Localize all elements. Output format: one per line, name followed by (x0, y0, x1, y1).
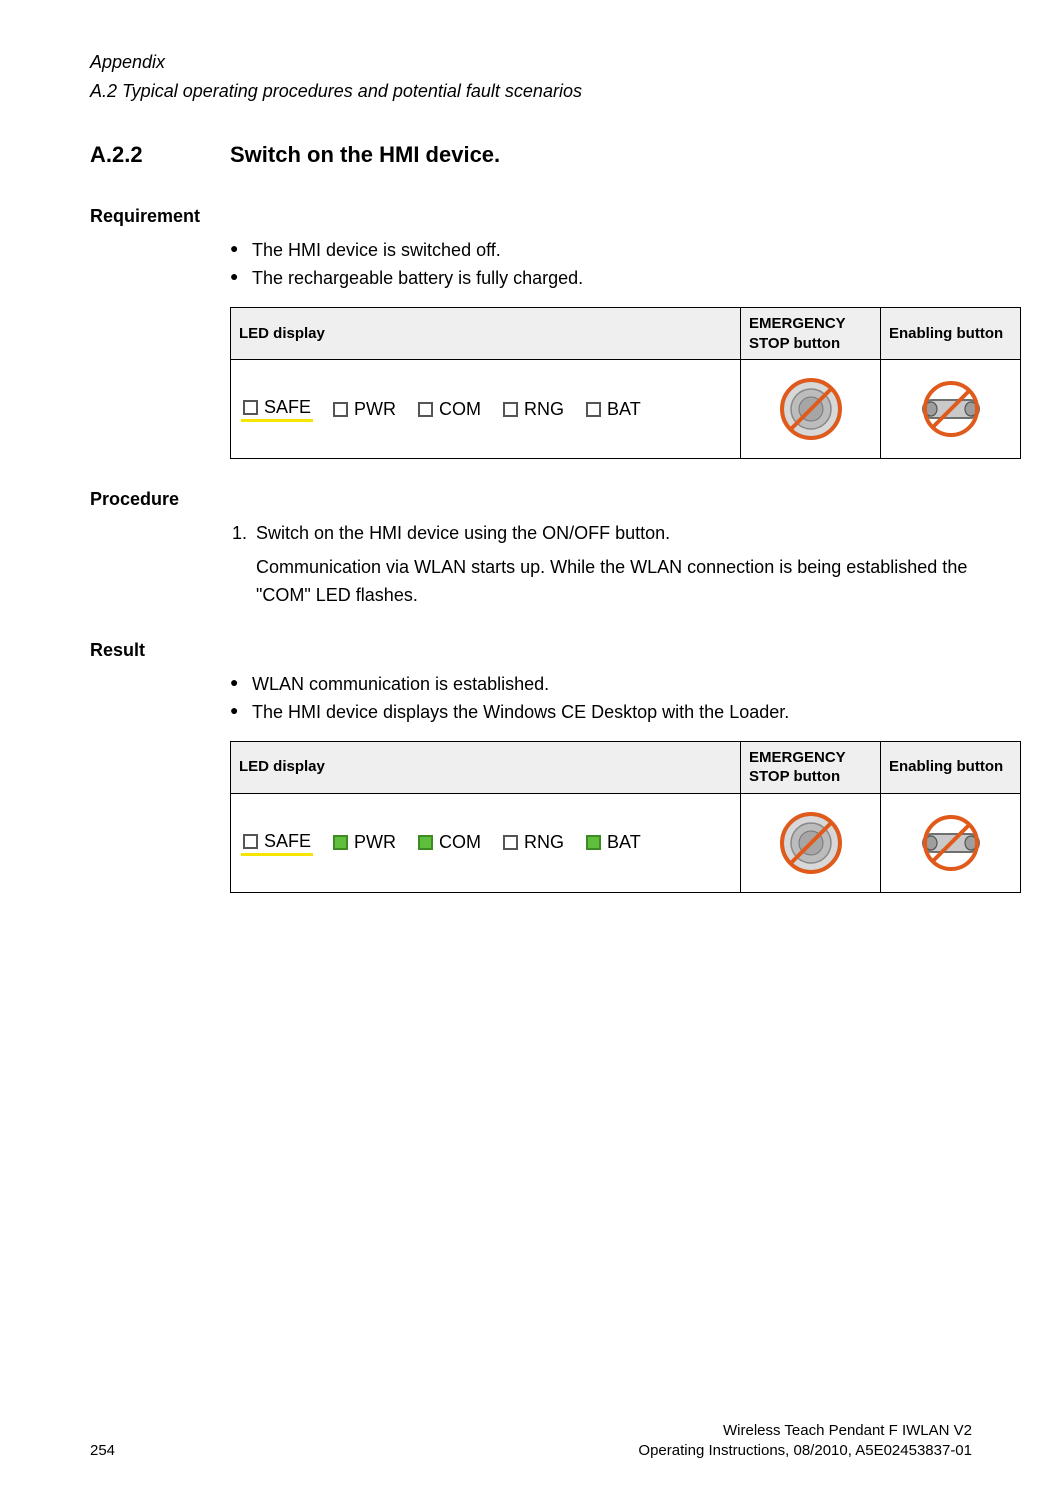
requirement-heading: Requirement (90, 206, 972, 227)
led-box-off-icon (243, 834, 258, 849)
led-box-on-icon (418, 835, 433, 850)
footer-title: Wireless Teach Pendant F IWLAN V2 (638, 1421, 972, 1441)
estop-disabled-icon (778, 810, 844, 876)
led-box-on-icon (333, 835, 348, 850)
step-detail: Communication via WLAN starts up. While … (256, 554, 972, 610)
table-row: LED display EMERGENCY STOP button Enabli… (231, 741, 1021, 793)
procedure-list: Switch on the HMI device using the ON/OF… (230, 520, 972, 610)
result-list: WLAN communication is established. The H… (230, 671, 972, 727)
list-item: Switch on the HMI device using the ON/OF… (252, 520, 972, 610)
list-item: WLAN communication is established. (230, 671, 972, 699)
table-row: LED display EMERGENCY STOP button Enabli… (231, 308, 1021, 360)
result-heading: Result (90, 640, 972, 661)
table-row: SAFE PWR COM RNG (231, 360, 1021, 459)
enable-cell (881, 360, 1021, 459)
led-bat: BAT (586, 399, 641, 420)
led-label: SAFE (264, 831, 311, 852)
th-led: LED display (231, 741, 741, 793)
page-number: 254 (90, 1441, 115, 1461)
led-label: BAT (607, 399, 641, 420)
led-box-off-icon (333, 402, 348, 417)
estop-cell (741, 360, 881, 459)
estop-cell (741, 793, 881, 892)
led-com: COM (418, 399, 481, 420)
enabling-button-disabled-icon (909, 813, 993, 873)
led-label: BAT (607, 832, 641, 853)
led-label: RNG (524, 832, 564, 853)
step-text: Switch on the HMI device using the ON/OF… (256, 523, 670, 543)
list-item: The rechargeable battery is fully charge… (230, 265, 972, 293)
th-led: LED display (231, 308, 741, 360)
led-safe: SAFE (243, 397, 311, 421)
led-box-off-icon (243, 400, 258, 415)
led-box-on-icon (586, 835, 601, 850)
led-cell: SAFE PWR COM RNG (231, 793, 741, 892)
list-item: The HMI device displays the Windows CE D… (230, 699, 972, 727)
led-label: SAFE (264, 397, 311, 418)
requirement-list: The HMI device is switched off. The rech… (230, 237, 972, 293)
list-item: The HMI device is switched off. (230, 237, 972, 265)
th-enable: Enabling button (881, 308, 1021, 360)
led-safe: SAFE (243, 831, 311, 855)
led-box-off-icon (586, 402, 601, 417)
led-label: COM (439, 399, 481, 420)
footer-doc: Operating Instructions, 08/2010, A5E0245… (638, 1441, 972, 1461)
led-box-off-icon (503, 835, 518, 850)
header-section-path: A.2 Typical operating procedures and pot… (90, 79, 972, 104)
led-label: COM (439, 832, 481, 853)
led-rng: RNG (503, 399, 564, 420)
page-footer: 254 Wireless Teach Pendant F IWLAN V2 Op… (90, 1421, 972, 1462)
led-label: PWR (354, 832, 396, 853)
status-table-requirement: LED display EMERGENCY STOP button Enabli… (230, 307, 1021, 459)
header-appendix: Appendix (90, 50, 972, 75)
table-row: SAFE PWR COM RNG (231, 793, 1021, 892)
section-number: A.2.2 (90, 142, 230, 168)
led-box-off-icon (503, 402, 518, 417)
th-estop: EMERGENCY STOP button (741, 308, 881, 360)
led-box-off-icon (418, 402, 433, 417)
th-enable: Enabling button (881, 741, 1021, 793)
led-rng: RNG (503, 832, 564, 853)
procedure-heading: Procedure (90, 489, 972, 510)
led-label: PWR (354, 399, 396, 420)
led-pwr: PWR (333, 832, 396, 853)
led-com: COM (418, 832, 481, 853)
section-heading: A.2.2 Switch on the HMI device. (90, 142, 972, 168)
led-label: RNG (524, 399, 564, 420)
status-table-result: LED display EMERGENCY STOP button Enabli… (230, 741, 1021, 893)
section-title: Switch on the HMI device. (230, 142, 500, 168)
enabling-button-disabled-icon (909, 379, 993, 439)
led-bat: BAT (586, 832, 641, 853)
enable-cell (881, 793, 1021, 892)
led-cell: SAFE PWR COM RNG (231, 360, 741, 459)
led-pwr: PWR (333, 399, 396, 420)
th-estop: EMERGENCY STOP button (741, 741, 881, 793)
estop-disabled-icon (778, 376, 844, 442)
